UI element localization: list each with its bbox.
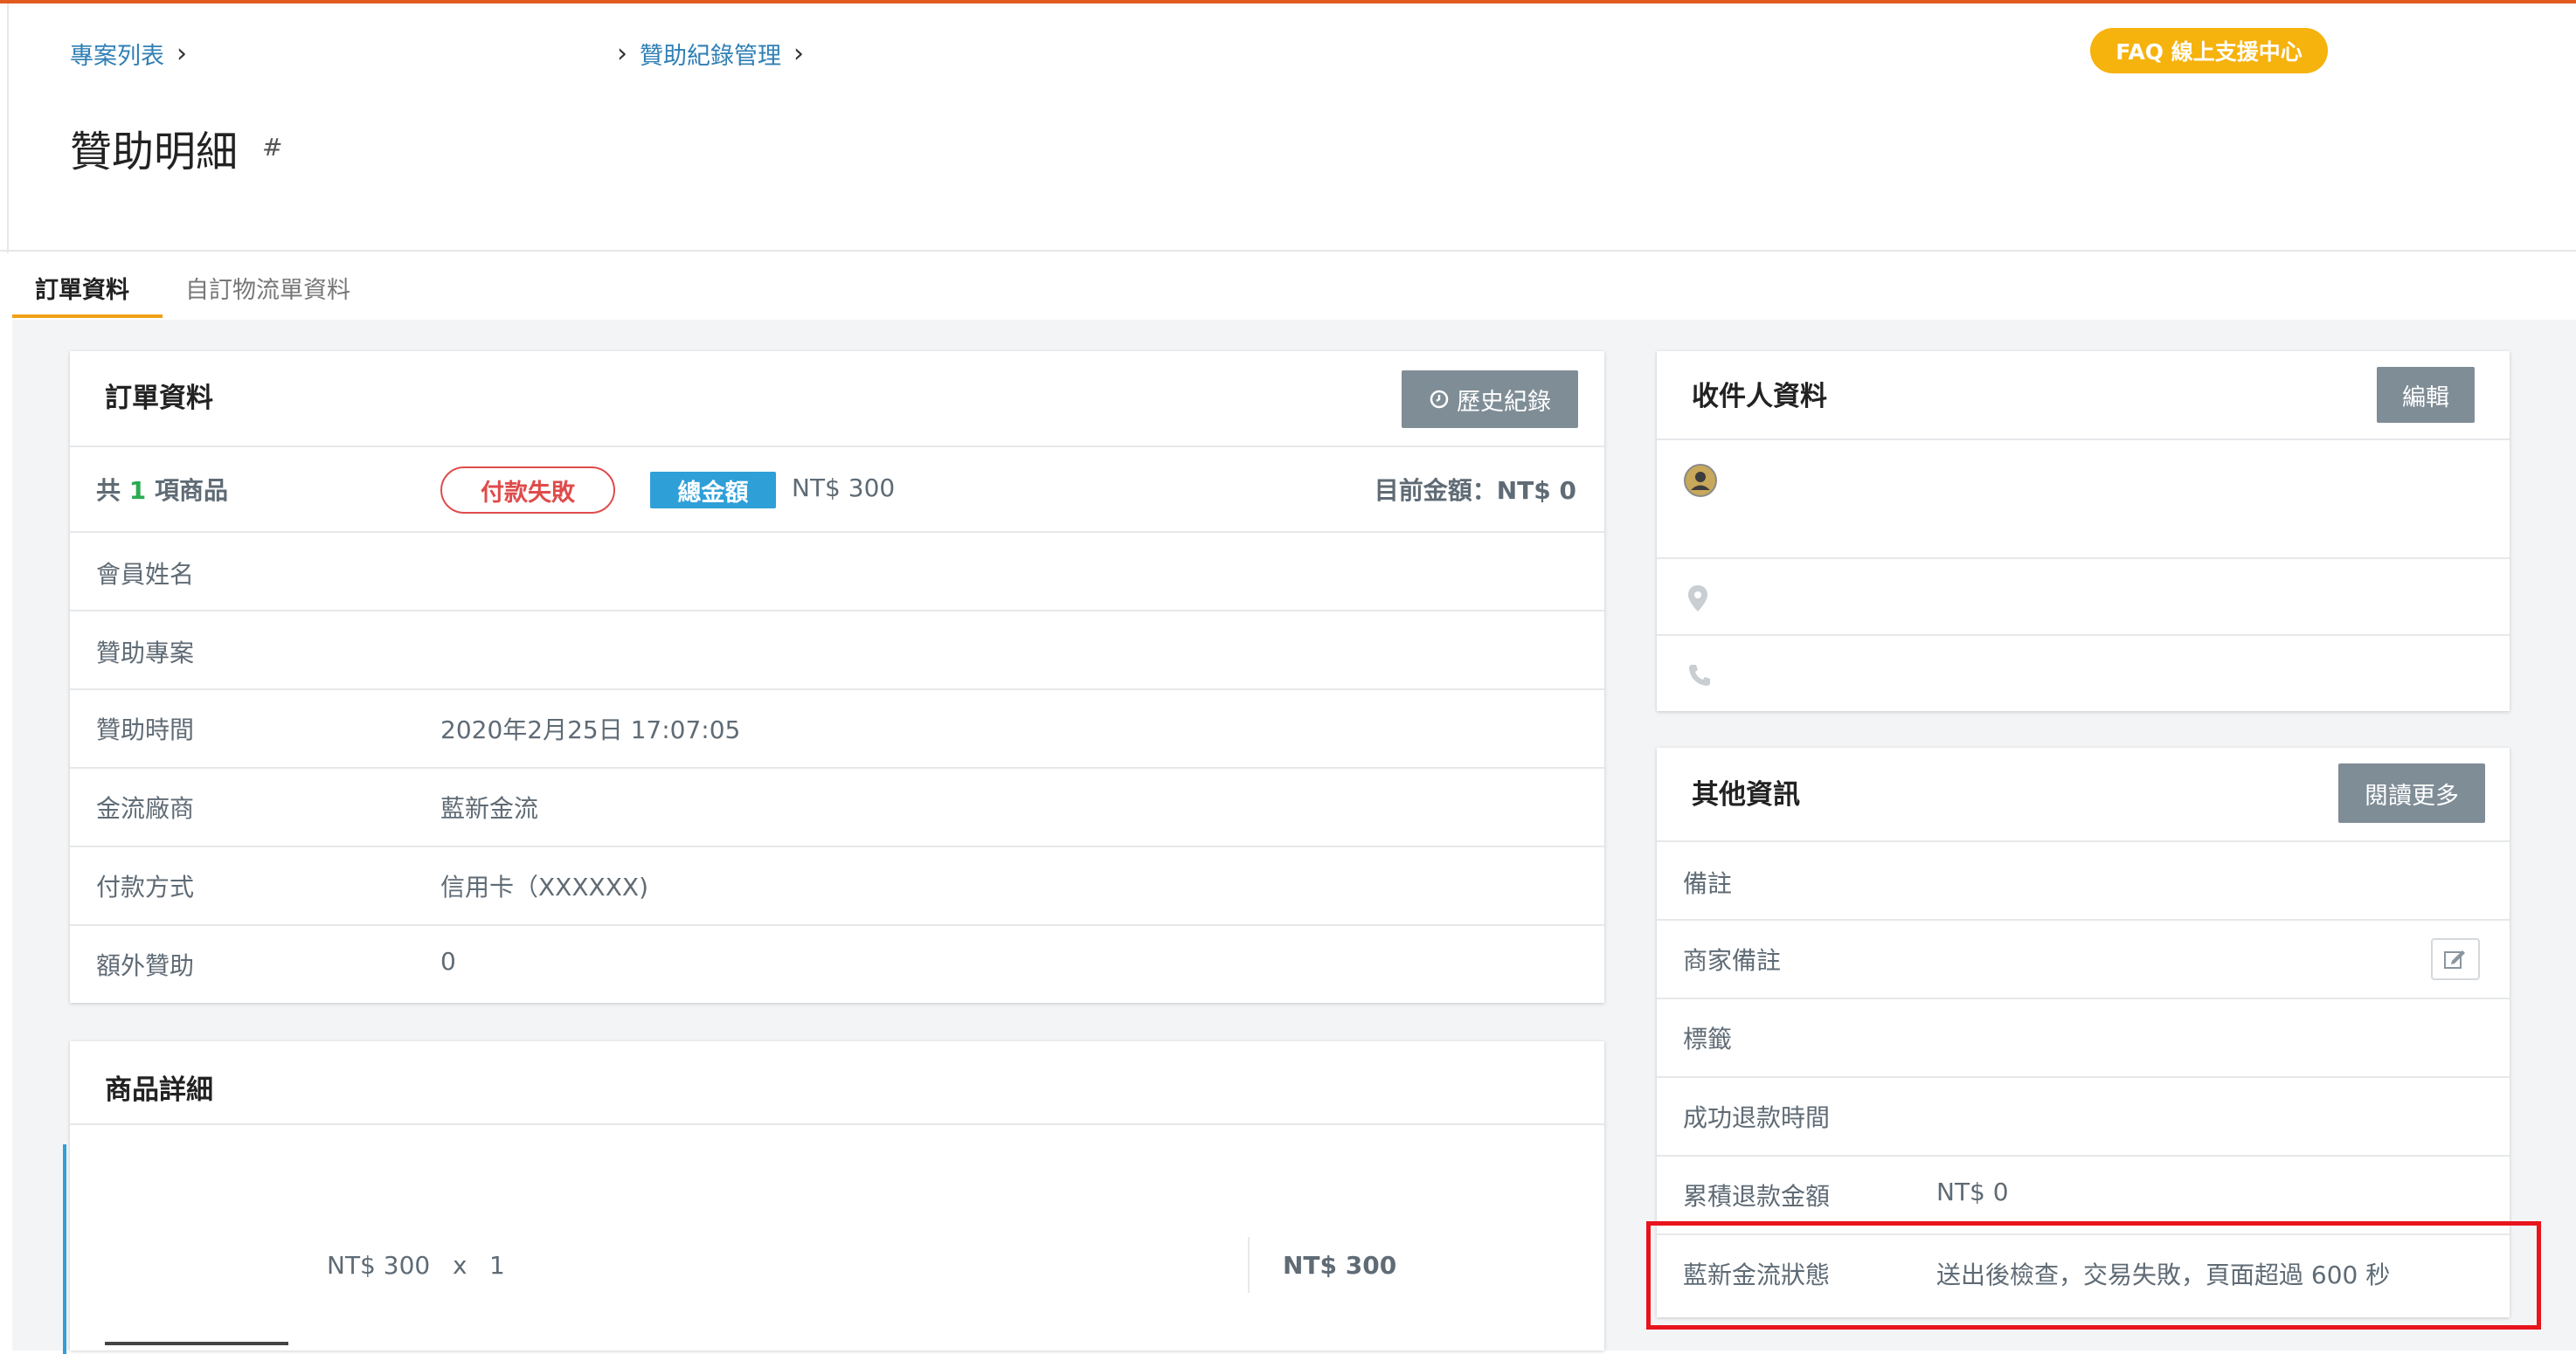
highlight-box — [1646, 1221, 2541, 1330]
detail-label: 贊助時間 — [96, 715, 195, 744]
product-card: 商品詳細 NT$ 300 x 1 NT$ 300 — [63, 1041, 1604, 1354]
info-label: 累積退款金額 — [1683, 1182, 1831, 1211]
recipient-name-row — [1657, 439, 2510, 557]
info-row: 標籤 — [1657, 998, 2510, 1076]
chevron-right-icon: › — [793, 38, 804, 69]
active-tab-indicator — [12, 314, 163, 318]
detail-value: 藍新金流 — [440, 794, 539, 823]
detail-label: 額外贊助 — [96, 951, 195, 980]
pencil-square-icon — [2444, 950, 2465, 969]
page-title: 贊助明細 — [70, 128, 239, 176]
multiply-sign: x — [453, 1251, 467, 1280]
detail-value: 2020年2月25日 17:07:05 — [440, 715, 741, 744]
info-label: 備註 — [1683, 869, 1733, 898]
detail-row: 金流廠商 藍新金流 — [70, 767, 1604, 846]
detail-label: 付款方式 — [96, 873, 195, 902]
order-summary-row: 共 1 項商品 付款失敗 總金額 NT$ 300 目前金額：NT$ 0 — [70, 446, 1604, 531]
breadcrumb-sponsor-records[interactable]: 贊助紀錄管理 — [640, 37, 781, 71]
subtotal: NT$ 300 — [1283, 1251, 1397, 1280]
edit-recipient-button[interactable]: 編輯 — [2377, 367, 2475, 423]
detail-label: 贊助專案 — [96, 639, 195, 667]
phone-icon — [1689, 665, 1710, 686]
breadcrumb-2: › 贊助紀錄管理 › — [617, 37, 804, 71]
detail-row: 會員姓名 — [70, 531, 1604, 610]
detail-value: 0 — [440, 947, 456, 976]
detail-value: 信用卡（XXXXXX) — [440, 873, 649, 902]
page-header: 專案列表 › › 贊助紀錄管理 › FAQ 線上支援中心 贊助明細 # — [0, 3, 2576, 252]
detail-row: 付款方式 信用卡（XXXXXX) — [70, 846, 1604, 924]
detail-row: 額外贊助 0 — [70, 924, 1604, 1003]
order-card-title: 訂單資料 — [105, 383, 213, 414]
chevron-right-icon: › — [177, 38, 187, 69]
faq-support-button[interactable]: FAQ 線上支援中心 — [2090, 28, 2328, 73]
avatar-icon — [1684, 464, 1717, 497]
chevron-right-icon: › — [617, 38, 627, 69]
read-more-button[interactable]: 閱讀更多 — [2338, 763, 2485, 823]
detail-label: 會員姓名 — [96, 560, 195, 589]
payment-failed-badge: 付款失敗 — [440, 466, 615, 514]
tab-order-info[interactable]: 訂單資料 — [35, 271, 129, 305]
tab-bar: 訂單資料 自訂物流單資料 — [7, 253, 2576, 320]
product-image-edge — [105, 1342, 288, 1345]
history-button[interactable]: 歷史紀錄 — [1402, 370, 1578, 428]
other-info-title: 其他資訊 — [1692, 779, 1800, 811]
detail-label: 金流廠商 — [96, 794, 195, 823]
edit-merchant-note-button[interactable] — [2431, 938, 2480, 980]
total-amount-badge: 總金額 — [650, 472, 776, 508]
detail-row: 贊助專案 — [70, 610, 1604, 688]
history-button-label: 歷史紀錄 — [1457, 388, 1551, 416]
divider — [1248, 1237, 1250, 1293]
current-amount: 目前金額：NT$ 0 — [1374, 476, 1576, 505]
info-label: 標籤 — [1683, 1025, 1733, 1053]
product-row: NT$ 300 x 1 NT$ 300 — [63, 1123, 1604, 1354]
info-row: 備註 — [1657, 840, 2510, 919]
product-card-title: 商品詳細 — [105, 1074, 213, 1106]
info-row: 成功退款時間 — [1657, 1076, 2510, 1155]
breadcrumb: 專案列表 › — [70, 37, 187, 71]
info-label: 商家備註 — [1683, 946, 1782, 975]
unit-price: NT$ 300 — [327, 1251, 431, 1280]
item-count: 共 1 項商品 — [96, 472, 228, 507]
item-count-number: 1 — [128, 476, 147, 505]
order-card: 訂單資料 歷史紀錄 共 1 項商品 付款失敗 總金額 NT$ 300 目前金額：… — [70, 351, 1604, 1003]
quantity: 1 — [489, 1251, 505, 1280]
item-count-suffix: 項商品 — [155, 476, 229, 505]
recipient-card-title: 收件人資料 — [1692, 381, 1827, 412]
recipient-card: 收件人資料 編輯 — [1657, 351, 2510, 711]
recipient-phone-row — [1657, 634, 2510, 711]
info-label: 成功退款時間 — [1683, 1103, 1831, 1132]
info-value: NT$ 0 — [1936, 1178, 2009, 1206]
recipient-address-row — [1657, 557, 2510, 634]
product-accent-bar — [63, 1144, 66, 1354]
item-count-prefix: 共 — [96, 476, 121, 505]
breadcrumb-project-list[interactable]: 專案列表 — [70, 37, 164, 71]
total-amount-value: NT$ 300 — [792, 473, 896, 502]
info-row: 商家備註 — [1657, 919, 2510, 998]
anchor-hash[interactable]: # — [262, 133, 282, 162]
clock-icon — [1430, 390, 1449, 409]
tab-custom-logistics[interactable]: 自訂物流單資料 — [185, 271, 350, 305]
location-pin-icon — [1688, 585, 1707, 611]
detail-row: 贊助時間 2020年2月25日 17:07:05 — [70, 688, 1604, 767]
